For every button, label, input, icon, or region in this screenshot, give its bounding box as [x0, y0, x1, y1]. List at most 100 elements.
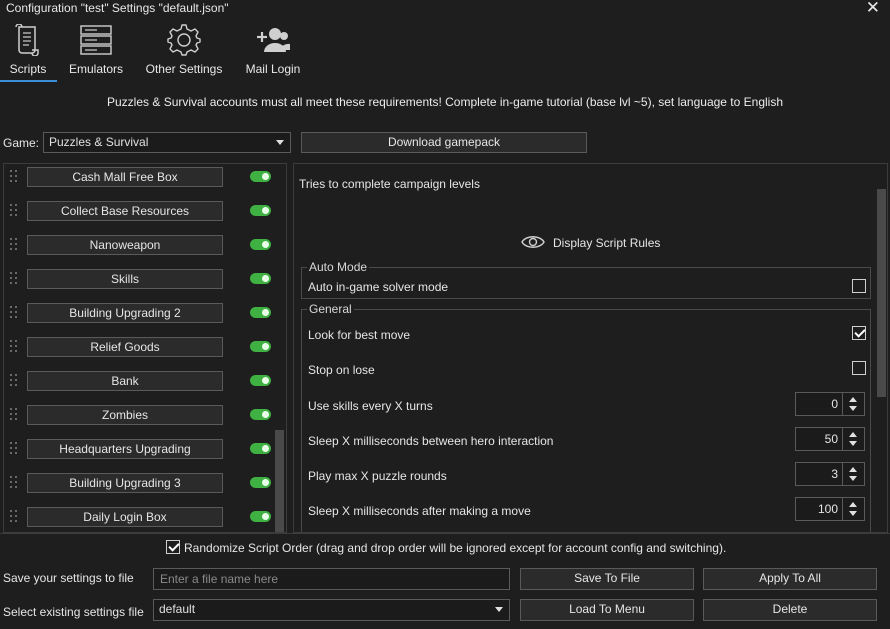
- randomize-checkbox[interactable]: [166, 540, 180, 554]
- chevron-down-icon[interactable]: [849, 511, 857, 516]
- chevron-down-icon[interactable]: [849, 441, 857, 446]
- toggle-knob: [262, 479, 269, 486]
- sleep-move-label: Sleep X milliseconds after making a move: [308, 504, 531, 518]
- script-item[interactable]: Nanoweapon: [4, 234, 274, 256]
- drag-handle-icon[interactable]: [10, 306, 18, 320]
- script-toggle[interactable]: [250, 273, 271, 284]
- skills-every-value: 0: [831, 397, 838, 411]
- tab-emulators[interactable]: Emulators: [66, 24, 126, 84]
- drag-handle-icon[interactable]: [10, 170, 18, 184]
- stepper-arrows[interactable]: [842, 463, 864, 485]
- chevron-down-icon[interactable]: [849, 406, 857, 411]
- auto-mode-group: Auto Mode Auto in-game solver mode: [301, 260, 871, 299]
- script-button[interactable]: Cash Mall Free Box: [27, 167, 223, 187]
- save-settings-label: Save your settings to file: [3, 571, 134, 585]
- drag-handle-icon[interactable]: [10, 408, 18, 422]
- drag-handle-icon[interactable]: [10, 272, 18, 286]
- chevron-down-icon: [276, 140, 284, 145]
- drag-handle-icon[interactable]: [10, 374, 18, 388]
- script-item[interactable]: Cash Mall Free Box: [4, 166, 274, 188]
- script-item[interactable]: Collect Base Resources: [4, 200, 274, 222]
- select-settings-label: Select existing settings file: [3, 605, 144, 619]
- toggle-knob: [262, 207, 269, 214]
- auto-solver-checkbox[interactable]: [852, 279, 866, 293]
- details-scroll-thumb[interactable]: [877, 189, 886, 397]
- script-toggle[interactable]: [250, 341, 271, 352]
- skills-every-label: Use skills every X turns: [308, 399, 433, 413]
- drag-handle-icon[interactable]: [10, 340, 18, 354]
- stepper-arrows[interactable]: [842, 393, 864, 415]
- script-item[interactable]: Relief Goods: [4, 336, 274, 358]
- chevron-up-icon[interactable]: [849, 502, 857, 507]
- script-button[interactable]: Zombies: [27, 405, 223, 425]
- script-button[interactable]: Daily Login Box: [27, 507, 223, 527]
- script-toggle[interactable]: [250, 205, 271, 216]
- sleep-hero-stepper[interactable]: 50: [795, 427, 865, 451]
- script-item[interactable]: Building Upgrading 3: [4, 472, 274, 494]
- stop-on-lose-checkbox[interactable]: [852, 361, 866, 375]
- drag-handle-icon[interactable]: [10, 476, 18, 490]
- apply-to-all-button[interactable]: Apply To All: [703, 568, 877, 590]
- max-rounds-stepper[interactable]: 3: [795, 462, 865, 486]
- script-toggle[interactable]: [250, 511, 271, 522]
- download-gamepack-button[interactable]: Download gamepack: [301, 132, 587, 153]
- script-item[interactable]: Skills: [4, 268, 274, 290]
- script-button[interactable]: Building Upgrading 3: [27, 473, 223, 493]
- settings-file-select[interactable]: default: [153, 599, 510, 621]
- tab-scripts[interactable]: Scripts: [4, 24, 52, 84]
- general-title: General: [307, 302, 354, 316]
- close-icon[interactable]: ✕: [866, 0, 880, 16]
- tab-other-settings[interactable]: Other Settings: [144, 24, 224, 84]
- chevron-up-icon[interactable]: [849, 397, 857, 402]
- script-toggle[interactable]: [250, 171, 271, 182]
- window-title: Configuration "test" Settings "default.j…: [6, 1, 229, 15]
- script-button[interactable]: Bank: [27, 371, 223, 391]
- script-toggle[interactable]: [250, 443, 271, 454]
- tab-mail-login[interactable]: Mail Login: [243, 24, 303, 84]
- title-bar: Configuration "test" Settings "default.j…: [0, 0, 890, 18]
- script-toggle[interactable]: [250, 477, 271, 488]
- skills-every-stepper[interactable]: 0: [795, 392, 865, 416]
- auto-solver-label: Auto in-game solver mode: [308, 280, 449, 294]
- script-item[interactable]: Daily Login Box: [4, 506, 274, 528]
- display-script-rules-label: Display Script Rules: [553, 236, 661, 250]
- settings-file-value: default: [159, 602, 196, 616]
- save-to-file-button[interactable]: Save To File: [520, 568, 694, 590]
- script-toggle[interactable]: [250, 375, 271, 386]
- script-description: Tries to complete campaign levels: [299, 177, 480, 191]
- script-item[interactable]: Building Upgrading 2: [4, 302, 274, 324]
- script-button[interactable]: Building Upgrading 2: [27, 303, 223, 323]
- chevron-down-icon: [495, 607, 503, 612]
- chevron-up-icon[interactable]: [849, 432, 857, 437]
- script-toggle[interactable]: [250, 409, 271, 420]
- script-toggle[interactable]: [250, 239, 271, 250]
- drag-handle-icon[interactable]: [10, 510, 18, 524]
- script-item[interactable]: Zombies: [4, 404, 274, 426]
- sleep-move-stepper[interactable]: 100: [795, 497, 865, 521]
- game-select[interactable]: Puzzles & Survival: [43, 132, 291, 153]
- script-item[interactable]: Headquarters Upgrading: [4, 438, 274, 460]
- script-button[interactable]: Relief Goods: [27, 337, 223, 357]
- script-button[interactable]: Skills: [27, 269, 223, 289]
- stepper-arrows[interactable]: [842, 498, 864, 520]
- delete-button[interactable]: Delete: [703, 599, 877, 621]
- sleep-move-value: 100: [817, 502, 838, 516]
- toggle-knob: [262, 445, 269, 452]
- toggle-knob: [262, 241, 269, 248]
- chevron-down-icon[interactable]: [849, 476, 857, 481]
- drag-handle-icon[interactable]: [10, 238, 18, 252]
- drag-handle-icon[interactable]: [10, 204, 18, 218]
- chevron-up-icon[interactable]: [849, 467, 857, 472]
- stop-on-lose-label: Stop on lose: [308, 363, 375, 377]
- script-button[interactable]: Headquarters Upgrading: [27, 439, 223, 459]
- script-item[interactable]: Bank: [4, 370, 274, 392]
- drag-handle-icon[interactable]: [10, 442, 18, 456]
- stepper-arrows[interactable]: [842, 428, 864, 450]
- script-toggle[interactable]: [250, 307, 271, 318]
- script-button[interactable]: Collect Base Resources: [27, 201, 223, 221]
- best-move-checkbox[interactable]: [852, 326, 866, 340]
- script-list-scroll-thumb[interactable]: [275, 430, 284, 532]
- file-name-input[interactable]: [153, 568, 510, 590]
- script-button[interactable]: Nanoweapon: [27, 235, 223, 255]
- load-to-menu-button[interactable]: Load To Menu: [520, 599, 694, 621]
